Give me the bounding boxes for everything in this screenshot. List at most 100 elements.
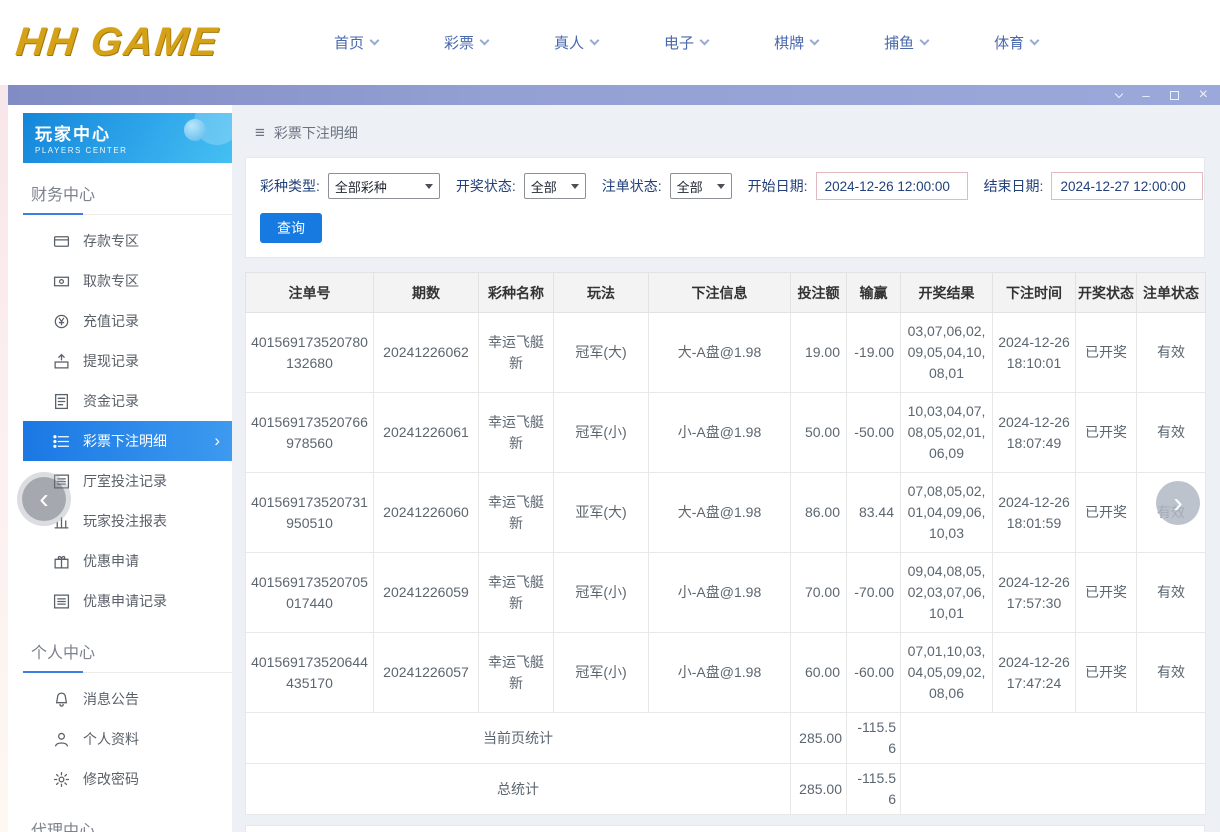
- cell-play-type: 亚军(大): [553, 472, 649, 553]
- col-header-win-loss: 输赢: [846, 272, 901, 313]
- sidebar-item-promo-apply-records[interactable]: 优惠申请记录: [23, 581, 232, 621]
- summary-win-loss: -115.56: [846, 712, 901, 764]
- cell-issue: 20241226062: [373, 312, 479, 393]
- maximize-icon: [1169, 90, 1179, 100]
- cell-win-loss: -19.00: [846, 312, 901, 393]
- sidebar-item-recharge-records[interactable]: 充值记录: [23, 301, 232, 341]
- cell-play-type: 冠军(小): [553, 632, 649, 713]
- sidebar-item-label: 存款专区: [83, 233, 139, 249]
- cell-draw-result: 07,01,10,03,04,05,09,02,08,06: [900, 632, 993, 713]
- sidebar-item-profile[interactable]: 个人资料: [23, 719, 232, 759]
- minimize-button[interactable]: –: [1142, 89, 1149, 102]
- next-arrow-button[interactable]: ›: [1156, 481, 1200, 525]
- sidebar-item-label: 优惠申请记录: [83, 593, 167, 609]
- summary-empty: [900, 763, 1206, 815]
- sidebar-item-promo-apply[interactable]: 优惠申请: [23, 541, 232, 581]
- select-arrow-icon: [716, 183, 725, 189]
- globe-decoration-icon: [184, 119, 206, 141]
- sidebar-item-change-password[interactable]: 修改密码: [23, 759, 232, 799]
- titlebar-dropdown-button[interactable]: [1115, 89, 1124, 99]
- nav-item-label: 彩票: [444, 35, 475, 52]
- end-date-label: 结束日期:: [983, 178, 1044, 194]
- sidebar-item-fund-records[interactable]: 资金记录: [23, 381, 232, 421]
- order-status-select[interactable]: 全部: [669, 173, 732, 199]
- filter-row: 彩种类型: 全部彩种 开奖状态: 全部 注单状态: 全部 开始日期: 结束日期:: [260, 172, 1204, 200]
- cell-bet-time: 2024-12-26 18:07:49: [992, 392, 1076, 473]
- cell-bet-time: 2024-12-26 18:01:59: [992, 472, 1076, 553]
- order-status-value: 全部: [676, 179, 703, 195]
- cell-bet-time: 2024-12-26 17:57:30: [992, 552, 1076, 633]
- cell-lottery-name: 幸运飞艇新: [478, 472, 554, 553]
- sidebar-item-deposit-zone[interactable]: 存款专区: [23, 221, 232, 261]
- chevron-down-icon: [1115, 89, 1124, 99]
- nav-item-slots[interactable]: 电子: [664, 32, 710, 53]
- nav-item-label: 首页: [334, 35, 365, 52]
- nav-item-live[interactable]: 真人: [554, 32, 600, 53]
- sidebar-item-withdraw-zone[interactable]: 取款专区: [23, 261, 232, 301]
- finance-menu: 存款专区 取款专区 充值记录 提现记录 资金记录 彩票下注明细 › 厅室投注记录…: [23, 215, 232, 621]
- chevron-down-icon: [369, 35, 380, 46]
- main-nav: 首页 彩票 真人 电子 棋牌 捕鱼 体育: [334, 32, 1040, 53]
- cell-draw-result: 07,08,05,02,01,04,09,06,10,03: [900, 472, 993, 553]
- main-window: 玩家中心 PLAYERS CENTER 财务中心 存款专区 取款专区 充值记录 …: [8, 105, 1220, 832]
- bell-icon: [55, 691, 68, 707]
- nav-item-sports[interactable]: 体育: [994, 32, 1040, 53]
- table-row: 401569173520780132680 20241226062 幸运飞艇新 …: [245, 312, 1206, 393]
- nav-item-fishing[interactable]: 捕鱼: [884, 32, 930, 53]
- chevron-down-icon: [919, 35, 930, 46]
- chevron-down-icon: [699, 35, 710, 46]
- banknote-icon: [53, 276, 70, 286]
- sidebar-item-withdrawal-records[interactable]: 提现记录: [23, 341, 232, 381]
- cell-lottery-name: 幸运飞艇新: [478, 552, 554, 633]
- sidebar-subtitle: PLAYERS CENTER: [35, 146, 128, 155]
- cell-bet-time: 2024-12-26 18:10:01: [992, 312, 1076, 393]
- nav-item-home[interactable]: 首页: [334, 32, 380, 53]
- sidebar-item-label: 取款专区: [83, 273, 139, 289]
- withdraw-icon: [54, 353, 69, 369]
- col-header-play-type: 玩法: [553, 272, 649, 313]
- chevron-right-icon: ›: [214, 431, 220, 450]
- hamburger-icon[interactable]: ≡: [255, 123, 265, 143]
- start-date-input[interactable]: [815, 172, 968, 200]
- nav-item-cards[interactable]: 棋牌: [774, 32, 820, 53]
- cell-draw-status: 已开奖: [1075, 392, 1137, 473]
- cell-bet-info: 大-A盘@1.98: [648, 472, 791, 553]
- col-header-draw-result: 开奖结果: [900, 272, 993, 313]
- cell-bet-info: 小-A盘@1.98: [648, 552, 791, 633]
- nav-item-lottery[interactable]: 彩票: [444, 32, 490, 53]
- sidebar-item-label: 厅室投注记录: [83, 473, 167, 489]
- cell-draw-status: 已开奖: [1075, 472, 1137, 553]
- pagination-bar: 每页显示20条 共5条 首页 上一页 1 下一页 第 页 跳转: [245, 825, 1205, 832]
- table-row: 401569173520731950510 20241226060 幸运飞艇新 …: [245, 472, 1206, 553]
- col-header-lottery-name: 彩种名称: [478, 272, 554, 313]
- sidebar-item-label: 充值记录: [83, 313, 139, 329]
- chevron-down-icon: [1029, 35, 1040, 46]
- draw-status-label: 开奖状态:: [455, 178, 516, 194]
- cell-bet-amount: 60.00: [790, 632, 847, 713]
- prev-arrow-button[interactable]: ‹: [22, 477, 66, 521]
- sidebar-item-announcements[interactable]: 消息公告: [23, 679, 232, 719]
- cell-win-loss: -50.00: [846, 392, 901, 473]
- summary-bet-total: 285.00: [790, 712, 847, 764]
- brand-logo: HH GAME: [13, 20, 222, 64]
- cell-win-loss: -70.00: [846, 552, 901, 633]
- summary-bet-total: 285.00: [790, 763, 847, 815]
- summary-win-loss: -115.56: [846, 763, 901, 815]
- query-button[interactable]: 查询: [260, 213, 322, 243]
- summary-label: 总统计: [245, 763, 791, 815]
- cell-bet-amount: 50.00: [790, 392, 847, 473]
- cell-win-loss: 83.44: [846, 472, 901, 553]
- draw-status-select[interactable]: 全部: [523, 173, 586, 199]
- maximize-button[interactable]: [1169, 90, 1179, 100]
- cell-order-status: 有效: [1136, 392, 1206, 473]
- lottery-type-label: 彩种类型:: [260, 178, 320, 194]
- sidebar-item-label: 个人资料: [83, 731, 139, 747]
- close-button[interactable]: ×: [1199, 87, 1208, 103]
- chevron-down-icon: [589, 35, 600, 46]
- sidebar-item-lottery-bet-details[interactable]: 彩票下注明细 ›: [23, 421, 232, 461]
- lottery-type-select[interactable]: 全部彩种: [327, 173, 440, 199]
- sidebar: 玩家中心 PLAYERS CENTER 财务中心 存款专区 取款专区 充值记录 …: [8, 105, 232, 832]
- end-date-input[interactable]: [1051, 172, 1204, 200]
- col-header-draw-status: 开奖状态: [1075, 272, 1137, 313]
- cell-order-id: 401569173520731950510: [245, 472, 374, 553]
